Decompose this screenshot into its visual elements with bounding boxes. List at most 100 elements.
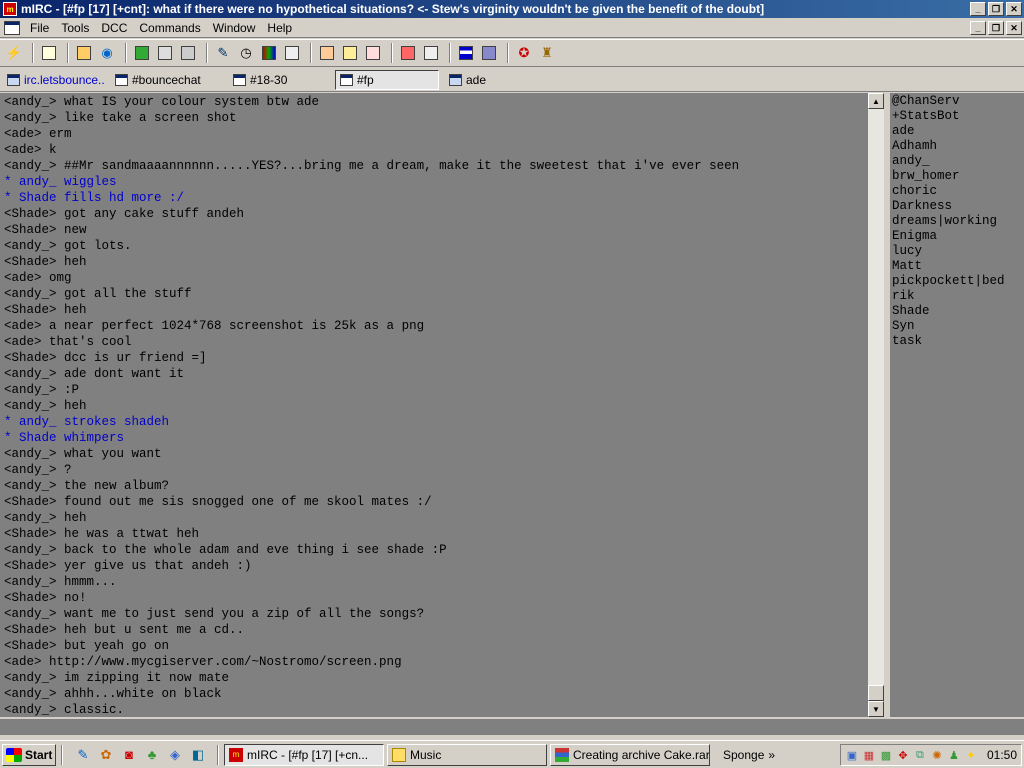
nick-list-item[interactable]: task bbox=[892, 334, 1022, 349]
address-book-icon[interactable] bbox=[74, 43, 94, 63]
nick-list-item[interactable]: @ChanServ bbox=[892, 94, 1022, 109]
network2-icon[interactable]: ⧉ bbox=[913, 748, 927, 762]
winamp-icon[interactable]: ♣ bbox=[143, 746, 161, 764]
mdi-restore-button[interactable]: ❐ bbox=[988, 21, 1004, 35]
windows-logo-icon bbox=[6, 747, 22, 762]
task-label: Music bbox=[410, 747, 442, 762]
chat-message-line: <andy_> im zipping it now mate bbox=[4, 671, 230, 685]
messenger-icon[interactable]: ✥ bbox=[896, 748, 910, 762]
nick-list-item[interactable]: Shade bbox=[892, 304, 1022, 319]
menu-dcc[interactable]: DCC bbox=[95, 21, 133, 35]
menu-tools[interactable]: Tools bbox=[55, 21, 95, 35]
chat-message-line: <ade> that's cool bbox=[4, 335, 132, 349]
channel-list-icon[interactable]: ◉ bbox=[97, 43, 117, 63]
tab-channel-fp[interactable]: #fp bbox=[335, 69, 439, 90]
help-icon[interactable]: ✪ bbox=[514, 43, 534, 63]
chat-message-line: <andy_> :P bbox=[4, 383, 80, 397]
volume-icon[interactable]: ▦ bbox=[862, 748, 876, 762]
task-winrar[interactable]: Creating archive Cake.rar bbox=[550, 743, 710, 766]
tab-query-ade[interactable]: ade bbox=[445, 70, 525, 90]
menu-window[interactable]: Window bbox=[207, 21, 262, 35]
update-icon[interactable]: ✦ bbox=[964, 748, 978, 762]
msn-icon[interactable]: ♟ bbox=[947, 748, 961, 762]
scroll-down-button[interactable]: ▼ bbox=[868, 701, 884, 717]
nick-list-item[interactable]: rik bbox=[892, 289, 1022, 304]
tile-horizontal-icon[interactable] bbox=[456, 43, 476, 63]
task-music-folder[interactable]: Music bbox=[387, 743, 547, 766]
nick-list-item[interactable]: ade bbox=[892, 124, 1022, 139]
network-icon[interactable]: ▣ bbox=[845, 748, 859, 762]
clock[interactable]: 01:50 bbox=[987, 748, 1017, 762]
scripts-icon[interactable] bbox=[282, 43, 302, 63]
chat-scrollbar[interactable]: ▲ ▼ bbox=[868, 93, 884, 717]
nick-list[interactable]: @ChanServ +StatsBot ade Adhamh andy_ brw_home… bbox=[888, 93, 1024, 717]
received-files-icon[interactable] bbox=[421, 43, 441, 63]
chat-action-line: * Shade fills hd more :/ bbox=[4, 191, 185, 205]
mirc-icon[interactable]: ◙ bbox=[120, 746, 138, 764]
nick-list-item[interactable]: dreams|working bbox=[892, 214, 1022, 229]
chat-message-line: <Shade> heh bbox=[4, 303, 87, 317]
show-desktop-icon[interactable]: ✎ bbox=[74, 746, 92, 764]
timer-icon[interactable]: ◷ bbox=[236, 43, 256, 63]
tab-channel-bouncechat[interactable]: #bouncechat bbox=[111, 70, 223, 90]
tab-status-window[interactable]: irc.letsbounce.... bbox=[3, 70, 105, 90]
query-window-icon bbox=[449, 73, 462, 86]
restore-button[interactable]: ❐ bbox=[988, 2, 1004, 16]
av-icon[interactable]: ▩ bbox=[879, 748, 893, 762]
mdi-window-icon[interactable] bbox=[4, 20, 20, 35]
close-button[interactable]: ✕ bbox=[1006, 2, 1022, 16]
chat-message-line: <andy_> the new album? bbox=[4, 479, 170, 493]
cascade-icon[interactable] bbox=[479, 43, 499, 63]
mdi-minimize-button[interactable]: _ bbox=[970, 21, 986, 35]
title-bar[interactable]: m mIRC - [#fp [17] [+cnt]: what if there… bbox=[0, 0, 1024, 18]
start-button[interactable]: Start bbox=[2, 743, 56, 766]
task-mirc[interactable]: m mIRC - [#fp [17] [+cn... bbox=[224, 743, 384, 766]
about-icon[interactable]: ♜ bbox=[537, 43, 557, 63]
nick-list-item[interactable]: Syn bbox=[892, 319, 1022, 334]
chat-message-line: <andy_> heh bbox=[4, 511, 87, 525]
chevron-icon[interactable]: » bbox=[768, 748, 775, 762]
notify-list-icon[interactable] bbox=[363, 43, 383, 63]
nick-list-item[interactable]: choric bbox=[892, 184, 1022, 199]
nick-list-item[interactable]: +StatsBot bbox=[892, 109, 1022, 124]
tab-label: ade bbox=[466, 72, 487, 87]
chat-message-line: <ade> omg bbox=[4, 271, 72, 285]
outlook-icon[interactable]: ◧ bbox=[189, 746, 207, 764]
nick-list-item[interactable]: lucy bbox=[892, 244, 1022, 259]
menu-commands[interactable]: Commands bbox=[133, 21, 206, 35]
colors-icon[interactable] bbox=[259, 43, 279, 63]
minimize-button[interactable]: _ bbox=[970, 2, 986, 16]
nick-list-item[interactable]: Enigma bbox=[892, 229, 1022, 244]
mirc-icon[interactable]: m bbox=[3, 2, 17, 16]
nick-list-item[interactable]: pickpockett|bed bbox=[892, 274, 1022, 289]
connect-icon[interactable]: ⚡ bbox=[4, 43, 24, 63]
mdi-close-button[interactable]: ✕ bbox=[1006, 21, 1022, 35]
menu-help[interactable]: Help bbox=[261, 21, 298, 35]
scroll-up-button[interactable]: ▲ bbox=[868, 93, 884, 109]
nick-list-item[interactable]: andy_ bbox=[892, 154, 1022, 169]
taskbar-toolbar[interactable]: Sponge » bbox=[723, 748, 775, 762]
paint-icon[interactable]: ✿ bbox=[97, 746, 115, 764]
options-icon[interactable] bbox=[39, 43, 59, 63]
chat-message-line: <andy_> got lots. bbox=[4, 239, 132, 253]
menu-file[interactable]: File bbox=[24, 21, 55, 35]
nick-list-item[interactable]: brw_homer bbox=[892, 169, 1022, 184]
chat-action-line: * andy_ strokes shadeh bbox=[4, 415, 170, 429]
dcc-options-icon[interactable] bbox=[398, 43, 418, 63]
log-icon[interactable] bbox=[340, 43, 360, 63]
nick-list-item[interactable]: Darkness bbox=[892, 199, 1022, 214]
nick-list-item[interactable]: Matt bbox=[892, 259, 1022, 274]
url-list-icon[interactable]: ✎ bbox=[213, 43, 233, 63]
nick-list-item[interactable]: Adhamh bbox=[892, 139, 1022, 154]
channel-folder-icon[interactable] bbox=[317, 43, 337, 63]
dcc-send-icon[interactable] bbox=[155, 43, 175, 63]
message-input[interactable] bbox=[0, 718, 1024, 736]
notify-icon[interactable] bbox=[132, 43, 152, 63]
media-player-icon[interactable]: ◈ bbox=[166, 746, 184, 764]
tab-channel-18-30[interactable]: #18-30 bbox=[229, 70, 321, 90]
chat-message-line: <andy_> back to the whole adam and eve t… bbox=[4, 543, 447, 557]
dcc-chat-icon[interactable] bbox=[178, 43, 198, 63]
chat-window[interactable]: <andy_> what IS your colour system btw a… bbox=[0, 93, 868, 717]
scroll-thumb[interactable] bbox=[868, 685, 884, 701]
antivirus-icon[interactable]: ✺ bbox=[930, 748, 944, 762]
